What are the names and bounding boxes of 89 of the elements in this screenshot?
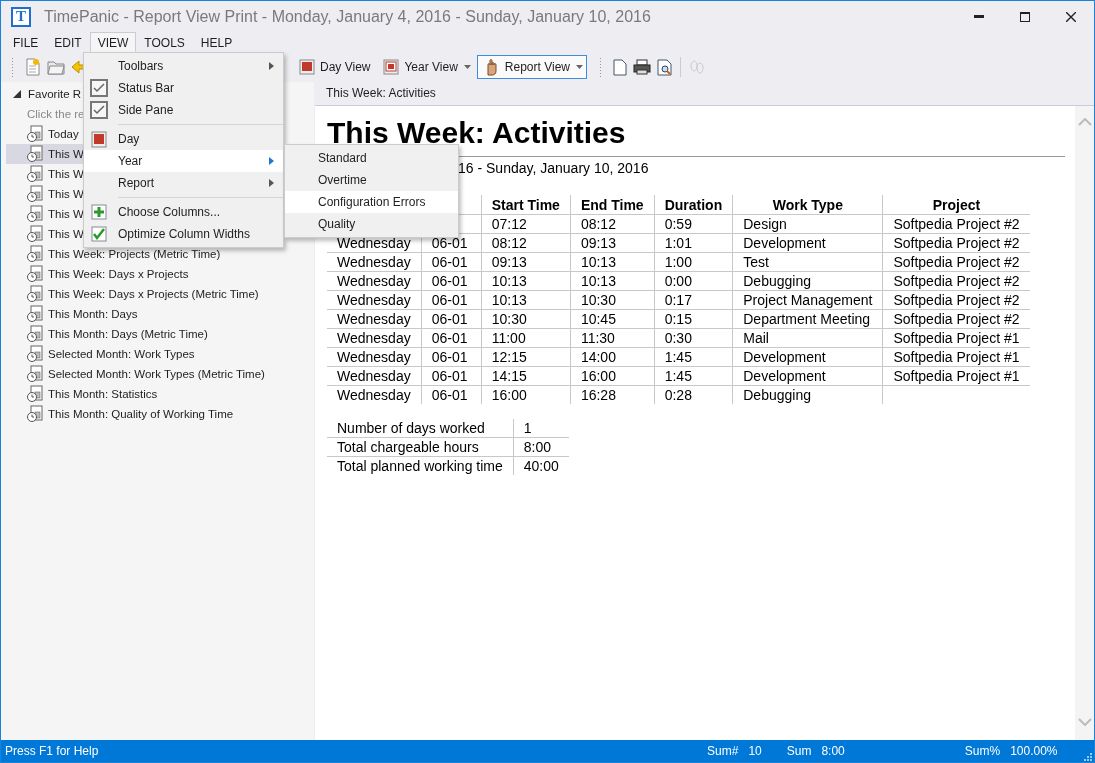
table-cell: Wednesday [337, 349, 411, 365]
table-cell: 10:13 [580, 254, 616, 270]
table-cell: Softpedia Project #2 [893, 273, 1020, 289]
table-cell: 06-01 [431, 349, 468, 365]
table-cell: 16:00 [580, 368, 616, 384]
summary-value: 8:00 [523, 439, 551, 455]
table-cell: 08:12 [580, 216, 616, 232]
table-cell: 07:12 [491, 216, 527, 232]
table-cell: 14:15 [491, 368, 527, 384]
table-cell: 10:13 [491, 292, 527, 308]
column-header: Start Time [491, 196, 560, 213]
table-cell: 14:00 [580, 349, 616, 365]
table-cell: 06-01 [431, 387, 468, 403]
status-label: Sum# [707, 744, 739, 758]
table-cell: 16:00 [491, 387, 527, 403]
table-cell: Department Meeting [743, 311, 871, 327]
table-cell: 16:28 [580, 387, 616, 403]
summary-label: Total chargeable hours [337, 439, 479, 455]
table-cell: Wednesday [337, 311, 411, 327]
summary-label: Number of days worked [337, 420, 485, 436]
table-cell: 11:30 [580, 330, 615, 346]
table-cell: Development [743, 349, 826, 365]
table-cell: 06-01 [431, 368, 468, 384]
table-cell: 06-01 [431, 235, 468, 251]
table-cell: Design [743, 216, 787, 232]
table-cell: 1:45 [664, 349, 692, 365]
table-cell: Softpedia Project #2 [893, 254, 1020, 270]
table-cell: 08:12 [491, 235, 527, 251]
column-header: Duration [664, 196, 723, 213]
column-header: End Time [580, 196, 644, 213]
table-cell: Wednesday [337, 292, 411, 308]
table-cell: Wednesday [337, 368, 411, 384]
table-cell: 10:13 [491, 273, 527, 289]
table-cell: Softpedia Project #2 [893, 216, 1020, 232]
table-cell: 10:13 [580, 273, 616, 289]
table-cell: Debugging [743, 273, 811, 289]
app-logo: T [11, 6, 31, 27]
table-cell: Wednesday [337, 254, 411, 270]
table-cell: Softpedia Project #2 [893, 292, 1020, 308]
table-cell: 09:13 [491, 254, 527, 270]
table-cell: 12:15 [491, 349, 527, 365]
report-title: This Week: Activities [327, 116, 627, 150]
table-cell: 09:13 [580, 235, 616, 251]
date-range: 16 - Sunday, January 10, 2016 [458, 159, 650, 177]
status-value: 100.00% [1010, 744, 1058, 758]
table-cell: Softpedia Project #1 [893, 368, 1020, 384]
table-cell: 10:45 [580, 311, 616, 327]
table-cell: 1:01 [664, 235, 692, 251]
table-cell: Softpedia Project #1 [893, 330, 1020, 346]
table-cell: Development [743, 368, 826, 384]
table-cell: 0:15 [664, 311, 692, 327]
table-cell: 11:00 [491, 330, 526, 346]
table-cell: Wednesday [337, 273, 411, 289]
table-cell: Mail [743, 330, 769, 346]
window-title: TimePanic - Report View Print - Monday, January 4, 2016 - Sunday, January 10, 2016 [44, 7, 652, 26]
summary-label: Total planned working time [337, 458, 503, 474]
table-cell: 0:00 [664, 273, 692, 289]
table-cell: 10:30 [580, 292, 616, 308]
summary-value: 1 [523, 420, 532, 436]
table-cell: Softpedia Project #2 [893, 235, 1020, 251]
table-cell: 0:59 [664, 216, 692, 232]
table-cell: 06-01 [431, 311, 468, 327]
table-cell: Softpedia Project #1 [893, 349, 1020, 365]
table-cell: Wednesday [337, 235, 411, 251]
status-label: Sum [786, 744, 812, 758]
table-cell: Test [743, 254, 769, 270]
table-cell: 06-01 [431, 273, 468, 289]
table-cell: 1:00 [664, 254, 692, 270]
summary-value: 40:00 [523, 458, 559, 474]
table-cell: 10:30 [491, 311, 527, 327]
table-cell: Development [743, 235, 826, 251]
column-header: Project [932, 196, 981, 213]
table-cell: 06-01 [431, 292, 468, 308]
table-cell: Project Management [743, 292, 873, 308]
table-cell: 0:30 [664, 330, 692, 346]
table-cell: Softpedia Project #2 [893, 311, 1020, 327]
table-cell: 0:17 [664, 292, 692, 308]
table-cell: 0:28 [664, 387, 692, 403]
status-value: 10 [748, 744, 762, 758]
status-text: Press F1 for Help [5, 744, 100, 758]
table-cell: Wednesday [337, 330, 411, 346]
status-value: 8:00 [821, 744, 845, 758]
table-cell: 06-01 [431, 254, 468, 270]
table-cell: 06-01 [431, 330, 468, 346]
column-header: Work Type [772, 196, 843, 213]
table-cell: 1:45 [664, 368, 692, 384]
status-label: Sum% [964, 744, 1001, 758]
table-cell: Debugging [743, 387, 811, 403]
table-cell: Wednesday [337, 387, 411, 403]
